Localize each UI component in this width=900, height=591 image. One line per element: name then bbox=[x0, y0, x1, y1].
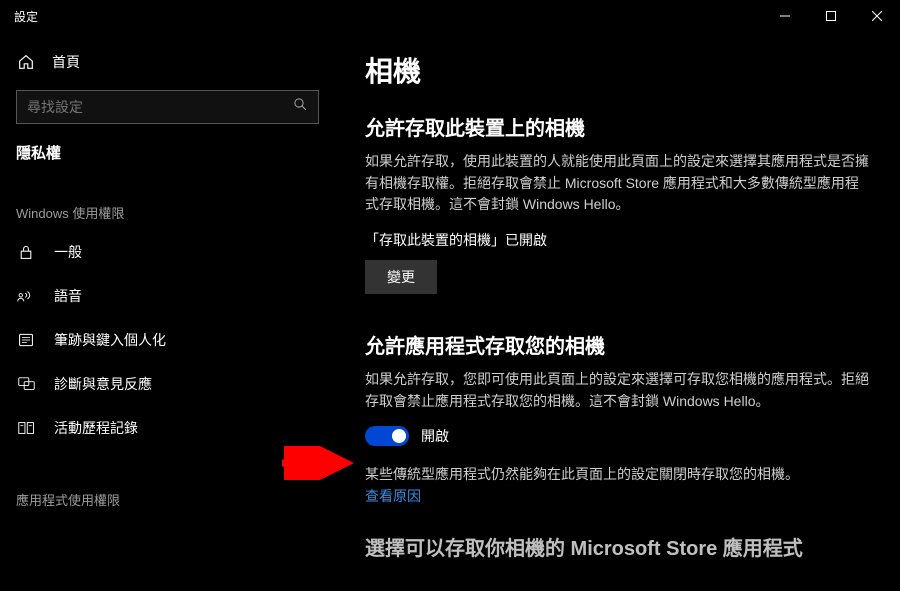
activity-icon bbox=[16, 420, 36, 436]
window-title: 設定 bbox=[14, 8, 38, 25]
sidebar-item-label: 診斷與意見反應 bbox=[54, 374, 152, 394]
allow-apps-toggle[interactable] bbox=[365, 426, 409, 446]
sidebar-item-speech[interactable]: 語音 bbox=[0, 274, 335, 318]
feedback-icon bbox=[16, 376, 36, 392]
home-icon bbox=[16, 53, 36, 71]
inking-icon bbox=[16, 332, 36, 348]
device-access-status: 「存取此裝置的相機」已開啟 bbox=[365, 230, 870, 250]
sidebar-item-activity[interactable]: 活動歷程記錄 bbox=[0, 406, 335, 450]
learn-why-link[interactable]: 查看原因 bbox=[365, 486, 870, 506]
content-area: 相機 允許存取此裝置上的相機 如果允許存取，使用此裝置的人就能使用此頁面上的設定… bbox=[335, 32, 900, 591]
section2-heading: 允許應用程式存取您的相機 bbox=[365, 330, 870, 359]
close-button[interactable] bbox=[854, 0, 900, 32]
home-label: 首頁 bbox=[52, 52, 80, 72]
window-controls bbox=[762, 0, 900, 32]
sidebar-item-diagnostics[interactable]: 診斷與意見反應 bbox=[0, 362, 335, 406]
toggle-label: 開啟 bbox=[421, 426, 449, 446]
sidebar-item-label: 活動歷程記錄 bbox=[54, 418, 138, 438]
sidebar-item-general[interactable]: 一般 bbox=[0, 230, 335, 274]
category-label: 隱私權 bbox=[0, 138, 335, 181]
lock-icon bbox=[16, 244, 36, 260]
page-title: 相機 bbox=[365, 50, 870, 90]
section2-desc: 如果允許存取，您即可使用此頁面上的設定來選擇可存取您相機的應用程式。拒絕存取會禁… bbox=[365, 369, 870, 412]
change-button[interactable]: 變更 bbox=[365, 260, 437, 294]
home-link[interactable]: 首頁 bbox=[0, 42, 335, 82]
section1-heading: 允許存取此裝置上的相機 bbox=[365, 112, 870, 141]
sidebar-item-label: 筆跡與鍵入個人化 bbox=[54, 330, 166, 350]
section1-desc: 如果允許存取，使用此裝置的人就能使用此頁面上的設定來選擇其應用程式是否擁有相機存… bbox=[365, 151, 870, 216]
section-header-windows: Windows 使用權限 bbox=[0, 181, 335, 230]
maximize-button[interactable] bbox=[808, 0, 854, 32]
sidebar-item-label: 一般 bbox=[54, 242, 82, 262]
sidebar: 首頁 隱私權 Windows 使用權限 一般 語音 筆跡與 bbox=[0, 32, 335, 591]
search-icon bbox=[293, 97, 308, 117]
minimize-button[interactable] bbox=[762, 0, 808, 32]
section3-heading-cut: 選擇可以存取你相機的 Microsoft Store 應用程式 bbox=[365, 532, 870, 561]
search-input[interactable] bbox=[27, 99, 293, 115]
section-header-apps: 應用程式使用權限 bbox=[0, 468, 335, 517]
sidebar-item-label: 語音 bbox=[54, 286, 82, 306]
search-box[interactable] bbox=[16, 90, 319, 124]
speech-icon bbox=[16, 288, 36, 304]
desktop-apps-note: 某些傳統型應用程式仍然能夠在此頁面上的設定關閉時存取您的相機。 bbox=[365, 464, 870, 486]
sidebar-item-inking[interactable]: 筆跡與鍵入個人化 bbox=[0, 318, 335, 362]
toggle-knob bbox=[392, 429, 406, 443]
